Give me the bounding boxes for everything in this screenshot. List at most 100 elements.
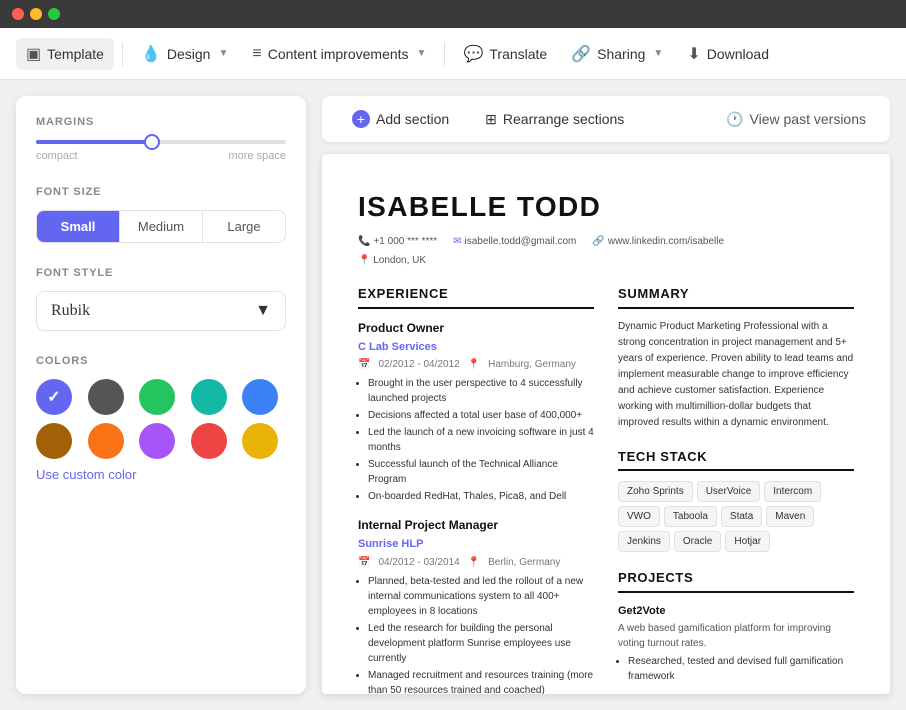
color-swatch-purple[interactable] [139,423,175,459]
design-label: Design [167,46,211,62]
template-label: Template [47,46,104,62]
content-chevron: ▼ [417,48,427,59]
content-icon: ≡ [252,45,261,63]
resume-two-col: EXPERIENCE Product Owner C Lab Services … [358,284,854,694]
margins-slider-thumb[interactable] [144,134,160,150]
project-desc-0: A web based gamification platform for im… [618,621,854,651]
color-swatch-brown[interactable] [36,423,72,459]
tech-stack-title: TECH STACK [618,447,854,472]
job-meta-0: 📅 02/2012 - 04/2012 📍 Hamburg, Germany [358,357,594,372]
document-paper: ISABELLE TODD 📞 +1 000 *** **** ✉ isabel… [322,154,890,694]
summary-title: SUMMARY [618,284,854,309]
linkedin-text: www.linkedin.com/isabelle [608,234,724,249]
color-swatch-teal[interactable] [191,379,227,415]
tech-tag-1: UserVoice [697,481,761,502]
font-select-chevron: ▼ [255,302,271,320]
template-tab[interactable]: ▣ Template [16,38,114,70]
resume-left-col: EXPERIENCE Product Owner C Lab Services … [358,284,594,694]
job-meta-1: 📅 04/2012 - 03/2014 📍 Berlin, Germany [358,555,594,570]
resume-contact: 📞 +1 000 *** **** ✉ isabelle.todd@gmail.… [358,234,854,249]
tech-tag-8: Oracle [674,531,721,552]
rearrange-sections-button[interactable]: ⊞ Rearrange sections [471,105,638,134]
color-swatch-yellow[interactable] [242,423,278,459]
job-bullet-0-1: Decisions affected a total user base of … [368,408,594,423]
sharing-tab[interactable]: 🔗 Sharing ▼ [561,38,673,70]
color-swatch-gray[interactable] [88,379,124,415]
email-text: isabelle.todd@gmail.com [465,234,577,249]
job-date-icon-1: 📅 [358,555,370,570]
toolbar-separator [122,42,123,66]
job-item-1: Internal Project Manager Sunrise HLP 📅 0… [358,516,594,694]
color-swatch-orange[interactable] [88,423,124,459]
tech-tag-0: Zoho Sprints [618,481,693,502]
job-company-0: C Lab Services [358,339,594,356]
titlebar [0,0,906,28]
phone-icon: 📞 [358,234,370,249]
color-swatch-indigo[interactable] [36,379,72,415]
translate-tab[interactable]: 💬 Translate [453,38,557,70]
margins-title: MARGINS [36,116,286,128]
projects-section: Get2Vote A web based gamification platfo… [618,603,854,695]
resume-location: 📍 London, UK [358,253,854,268]
colors-section: COLORS Use custom color [36,355,286,484]
job-dates-0: 02/2012 - 04/2012 [378,357,459,372]
location-text: London, UK [373,255,426,266]
font-size-small-button[interactable]: Small [37,211,120,242]
location-icon: 📍 [358,255,370,266]
color-swatch-red[interactable] [191,423,227,459]
clock-icon: 🕐 [726,111,743,128]
tech-tag-6: Maven [766,506,814,527]
content-improvements-label: Content improvements [268,46,409,62]
project-bullet-0-0: Researched, tested and devised full gami… [628,654,854,684]
view-versions-button[interactable]: 🕐 View past versions [718,105,874,134]
tech-tag-7: Jenkins [618,531,670,552]
design-icon: 💧 [141,44,161,64]
maximize-button[interactable] [48,8,60,20]
margins-slider-track[interactable] [36,140,286,144]
font-style-title: FONT STYLE [36,267,286,279]
sharing-label: Sharing [597,46,645,62]
sharing-icon: 🔗 [571,44,591,64]
job-date-icon-0: 📅 [358,357,370,372]
job-location-1: Berlin, Germany [488,555,560,570]
font-style-section: FONT STYLE Rubik ▼ [36,267,286,331]
main-area: MARGINS compact more space FONT SIZE Sma… [0,80,906,710]
close-button[interactable] [12,8,24,20]
project-item-0: Get2Vote A web based gamification platfo… [618,603,854,685]
phone-contact: 📞 +1 000 *** **** [358,234,437,249]
add-section-button[interactable]: + Add section [338,104,463,134]
font-size-large-button[interactable]: Large [203,211,285,242]
email-icon: ✉ [453,234,461,249]
phone-text: +1 000 *** **** [373,234,437,249]
font-select[interactable]: Rubik ▼ [36,291,286,331]
margins-slider-container: compact more space [36,140,286,162]
color-swatch-blue[interactable] [242,379,278,415]
project-bullets-0: Researched, tested and devised full gami… [618,654,854,684]
email-contact: ✉ isabelle.todd@gmail.com [453,234,576,249]
main-toolbar: ▣ Template 💧 Design ▼ ≡ Content improvem… [0,28,906,80]
job-bullet-0-2: Led the launch of a new invoicing softwa… [368,425,594,455]
font-size-section: FONT SIZE Small Medium Large [36,186,286,243]
download-label: Download [707,46,769,62]
download-tab[interactable]: ⬇ Download [677,38,779,70]
job-item-0: Product Owner C Lab Services 📅 02/2012 -… [358,319,594,505]
font-size-medium-button[interactable]: Medium [120,211,203,242]
job-title-1: Internal Project Manager [358,516,594,534]
linkedin-icon: 🔗 [592,234,604,249]
content-improvements-tab[interactable]: ≡ Content improvements ▼ [242,39,436,69]
job-bullet-0-0: Brought in the user perspective to 4 suc… [368,376,594,406]
sharing-chevron: ▼ [653,48,663,59]
color-swatch-green[interactable] [139,379,175,415]
custom-color-link[interactable]: Use custom color [36,467,136,482]
design-tab[interactable]: 💧 Design ▼ [131,38,238,70]
section-toolbar: + Add section ⊞ Rearrange sections 🕐 Vie… [322,96,890,142]
experience-title: EXPERIENCE [358,284,594,309]
design-chevron: ▼ [218,48,228,59]
projects-title: PROJECTS [618,568,854,593]
download-icon: ⬇ [687,44,700,64]
resume-name: ISABELLE TODD [358,186,854,228]
font-size-title: FONT SIZE [36,186,286,198]
project-name-0: Get2Vote [618,603,854,620]
minimize-button[interactable] [30,8,42,20]
job-bullet-0-3: Successful launch of the Technical Allia… [368,457,594,487]
